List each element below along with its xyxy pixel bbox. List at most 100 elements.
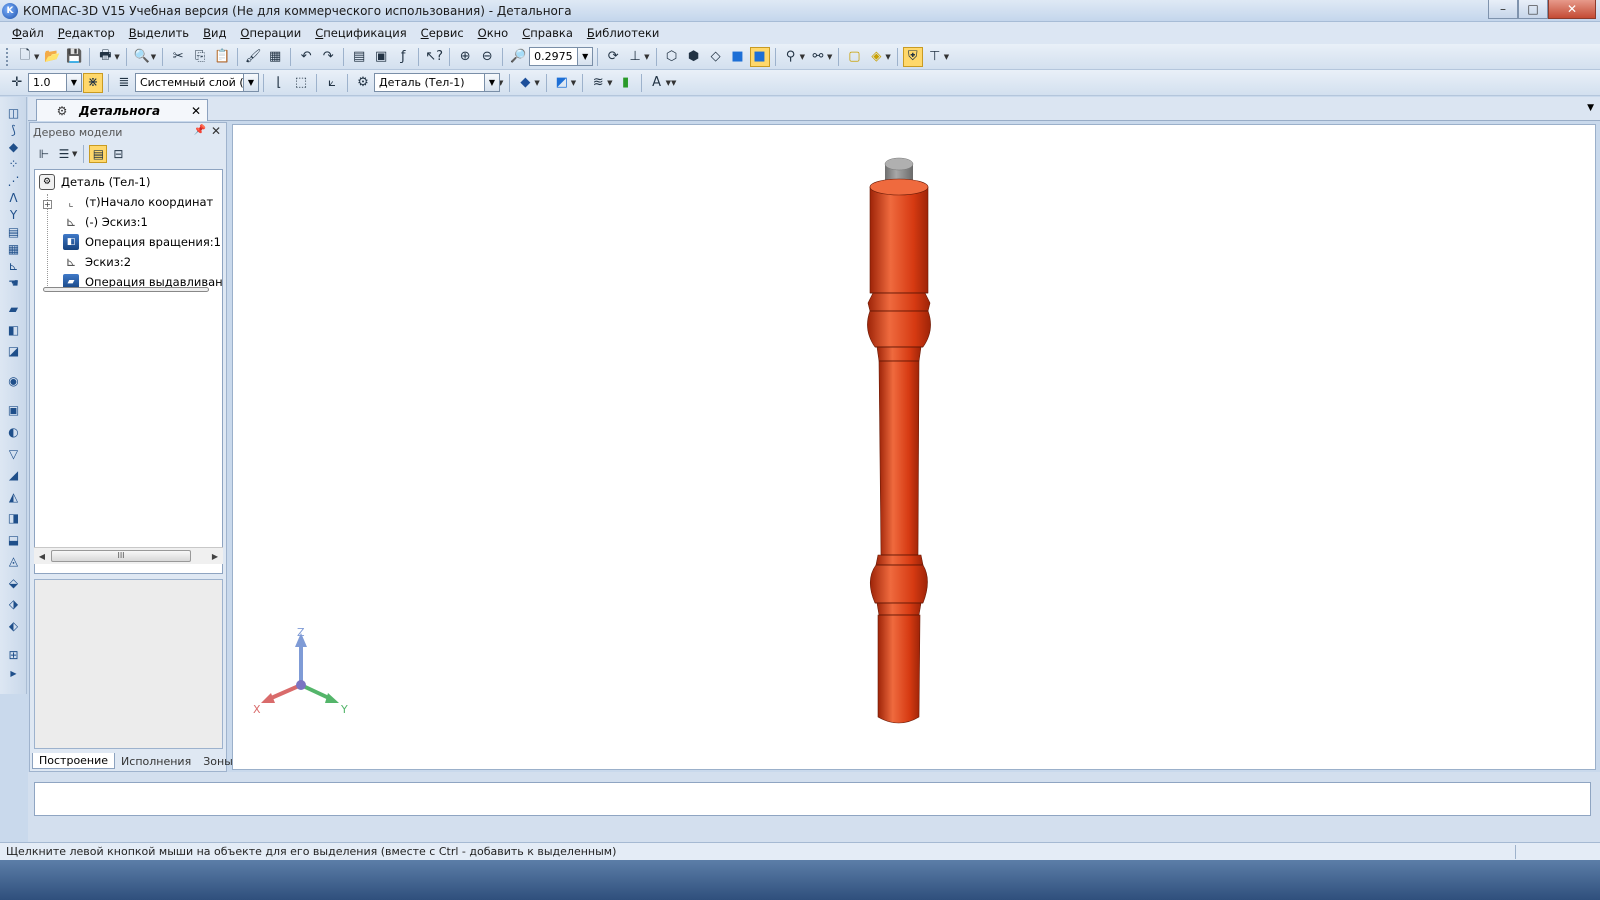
zoom-all-icon[interactable]: ⊖ (477, 47, 497, 67)
upper-cylinder[interactable] (869, 180, 929, 294)
halftone-icon[interactable]: ■ (728, 47, 748, 67)
minimize-button[interactable]: – (1488, 0, 1518, 19)
scroll-thumb[interactable]: III (51, 550, 191, 562)
step-combo[interactable]: 1.0 ▼ (28, 73, 82, 92)
tool-fillet-icon[interactable]: ◢ (4, 465, 23, 484)
shield-icon[interactable]: ⛨ (902, 46, 923, 67)
new-document-icon[interactable]: 🗋 (15, 47, 35, 67)
menu-operations[interactable]: Операции (240, 26, 301, 40)
upper-collar[interactable] (867, 292, 931, 312)
tree-view-icon[interactable]: ▤ (89, 145, 108, 163)
chevron-down-icon[interactable]: ▼ (827, 53, 832, 61)
chevron-down-icon[interactable]: ▼ (34, 53, 39, 61)
model-viewport[interactable]: Z X Y (232, 124, 1596, 770)
tree-item-origin[interactable]: ⌞ (т)Начало координат (63, 192, 213, 212)
menu-select[interactable]: Выделить (129, 26, 189, 40)
chevron-right-icon[interactable]: ▶ (4, 667, 23, 679)
tool-shell-icon[interactable]: ◨ (4, 508, 23, 527)
kompas-logo-icon[interactable]: K (2, 2, 18, 19)
orientation-cs-icon[interactable]: ⬚ (291, 73, 311, 93)
tool-chamfer-icon[interactable]: ◭ (4, 487, 23, 506)
undo-icon[interactable]: ↶ (296, 47, 316, 67)
chevron-down-icon[interactable]: ▼ (571, 79, 576, 87)
material-icon[interactable]: ◩ (552, 73, 572, 93)
lower-ring[interactable] (875, 554, 924, 566)
tool-rib-icon[interactable]: ⬓ (4, 530, 23, 549)
redo-icon[interactable]: ↷ (318, 47, 338, 67)
chevron-down-icon[interactable]: ▼ (671, 79, 676, 87)
tab-detalnoga[interactable]: ⚙ Детальнога ✕ (36, 99, 208, 121)
tree-item-sketch-1[interactable]: ⊾ (-) Эскиз:1 (63, 212, 148, 232)
upper-bulb[interactable] (867, 310, 931, 348)
chevron-down-icon[interactable]: ▼ (66, 74, 81, 91)
close-tab-icon[interactable]: ✕ (191, 104, 201, 118)
tree-sort-icon[interactable]: ☰ (55, 145, 73, 163)
open-folder-icon[interactable]: 📂 (42, 47, 62, 67)
tool-cut-extrude-icon[interactable]: ▣ (4, 400, 23, 419)
chevron-down-icon[interactable]: ▼ (243, 74, 258, 91)
tree-relations-icon[interactable]: ⊟ (109, 145, 127, 163)
layers-icon[interactable]: ≋ (588, 73, 608, 93)
layer-icon[interactable]: ≣ (114, 73, 134, 93)
color-icon[interactable]: ◆ (515, 73, 535, 93)
menu-window[interactable]: Окно (478, 26, 509, 40)
scroll-left-icon[interactable]: ◀ (36, 550, 48, 562)
zoom-scale-combo[interactable]: 0.2975 ▼ (529, 47, 594, 66)
local-cs-icon[interactable]: ⌊ (269, 73, 289, 93)
part-icon[interactable]: ⚙ (353, 73, 373, 93)
menu-view[interactable]: Вид (203, 26, 226, 40)
thin-hidden-lines-icon[interactable]: ◇ (706, 47, 726, 67)
preview-icon[interactable]: 🔍 (132, 47, 152, 67)
tree-structure-icon[interactable]: ⊩ (35, 145, 53, 163)
tree-scroll-indicator[interactable] (43, 287, 209, 292)
halftone-edges-icon[interactable]: ■ (749, 46, 770, 67)
tab-list-icon[interactable]: ▼ (1587, 103, 1594, 113)
lower-collar[interactable] (876, 602, 922, 616)
tool-cut-rotate-icon[interactable]: ◐ (4, 422, 23, 441)
paste-icon[interactable]: 📋 (212, 47, 232, 67)
part-combo[interactable]: Деталь (Тел-1) ▼ (374, 73, 500, 92)
text-style-icon[interactable]: A (647, 73, 667, 93)
expand-icon[interactable]: + (43, 200, 52, 209)
tool-slope-icon[interactable]: ◬ (4, 551, 23, 570)
variables-icon[interactable]: ƒ (393, 47, 413, 67)
trim-icon[interactable]: ⊤ (925, 47, 945, 67)
chevron-down-icon[interactable]: ▼ (534, 79, 539, 87)
zoom-window-icon[interactable]: ⊕ (455, 47, 475, 67)
tool-hand-icon[interactable]: ☚ (4, 273, 23, 292)
snap-icon[interactable]: ⚯ (808, 47, 828, 67)
chevron-down-icon[interactable]: ▼ (644, 53, 649, 61)
upper-ring[interactable] (876, 346, 922, 362)
baluster-part[interactable] (867, 157, 931, 724)
bottom-cylinder[interactable] (877, 614, 921, 724)
tool-thread-icon[interactable]: ⬙ (4, 573, 23, 592)
wireframe-icon[interactable]: ⬡ (662, 47, 682, 67)
zoom-icon[interactable]: 🔎 (508, 47, 528, 67)
library-icon[interactable]: ▣ (371, 47, 391, 67)
copy-icon[interactable]: ⎘ (190, 47, 210, 67)
close-window-button[interactable]: ✕ (1548, 0, 1596, 19)
chevron-down-icon[interactable]: ▼ (885, 53, 890, 61)
chevron-down-icon[interactable]: ▼ (114, 53, 119, 61)
rotate-icon[interactable]: ⟳ (603, 47, 623, 67)
tool-rotate-op-icon[interactable]: ◧ (4, 320, 23, 339)
chevron-down-icon[interactable]: ▼ (607, 79, 612, 87)
chevron-down-icon[interactable]: ▼ (72, 150, 77, 158)
perspective-icon[interactable]: ◈ (866, 47, 886, 67)
hidden-lines-icon[interactable]: ⬢ (684, 47, 704, 67)
command-input-field[interactable] (34, 782, 1591, 816)
context-help-icon[interactable]: ↖? (424, 47, 444, 67)
step-icon[interactable]: ✛ (7, 73, 27, 93)
layer-combo[interactable]: Системный слой (0) ▼ (135, 73, 259, 92)
menu-help[interactable]: Справка (522, 26, 573, 40)
close-panel-icon[interactable]: ✕ (211, 124, 221, 138)
menu-libraries[interactable]: Библиотеки (587, 26, 660, 40)
tab-construction[interactable]: Построение (32, 753, 116, 769)
menu-service[interactable]: Сервис (421, 26, 464, 40)
chevron-down-icon[interactable]: ▼ (484, 74, 499, 91)
tool-kinematic-icon[interactable]: ◪ (4, 341, 23, 360)
menu-file[interactable]: Файл (12, 26, 44, 40)
save-icon[interactable]: 💾 (64, 47, 84, 67)
orientation-icon[interactable]: ⊥ (625, 47, 645, 67)
toolbar-handle[interactable] (6, 47, 10, 66)
